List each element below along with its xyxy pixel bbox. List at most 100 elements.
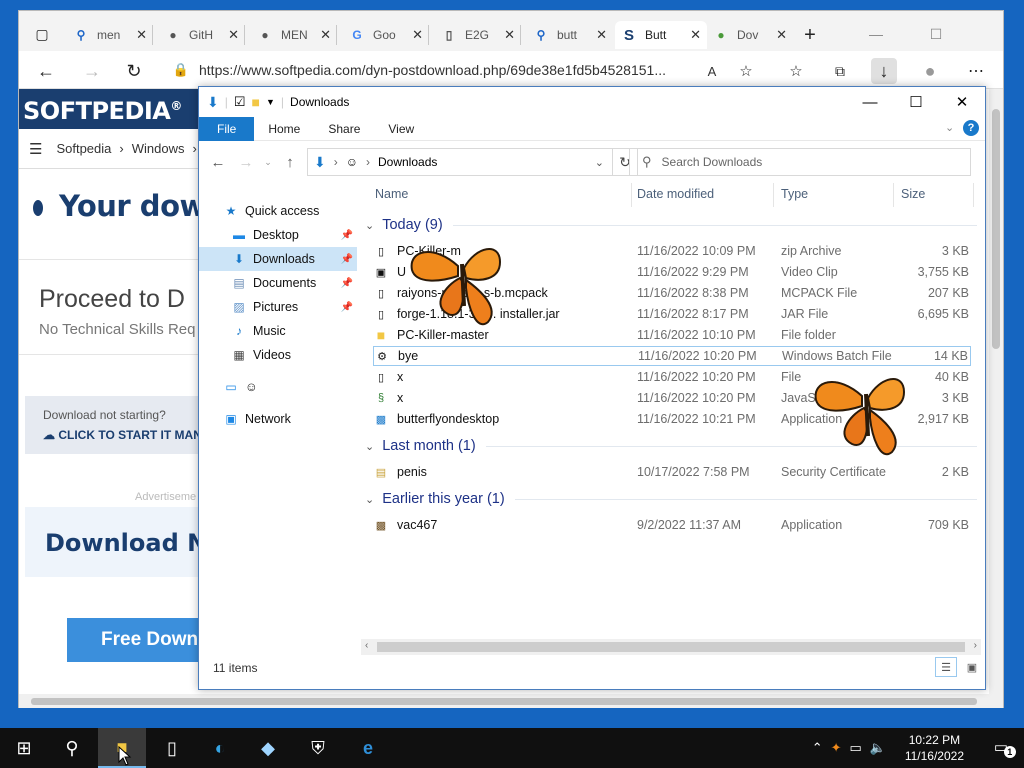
large-icons-view-icon[interactable]: ▣: [961, 657, 983, 677]
close-tab-icon[interactable]: ✕: [690, 27, 701, 43]
forward-icon[interactable]: →: [235, 151, 257, 173]
minimize-icon[interactable]: —: [847, 87, 893, 117]
close-tab-icon[interactable]: ✕: [136, 27, 147, 43]
volume-muted-icon[interactable]: 🔈: [870, 740, 886, 756]
nav-this-pc[interactable]: ▭ ☺: [199, 375, 357, 399]
close-tab-icon[interactable]: ✕: [596, 27, 607, 43]
minimize-icon[interactable]: —: [863, 21, 889, 47]
group-header-today[interactable]: ⌄ Today (9): [365, 215, 977, 235]
file-row[interactable]: ▩ vac467 9/2/2022 11:37 AM Application 709 K…: [373, 515, 971, 535]
tab-0[interactable]: ⚲ men ✕: [67, 21, 153, 49]
expand-ribbon-icon[interactable]: ⌄: [945, 121, 954, 134]
nav-documents[interactable]: ▤ Documents 📌: [199, 271, 357, 295]
search-input[interactable]: ⚲ Search Downloads: [629, 148, 971, 176]
download-now-banner[interactable]: Download N: [25, 507, 199, 577]
read-aloud-icon[interactable]: A: [699, 58, 725, 84]
tab-7[interactable]: ● Dov ✕: [707, 21, 793, 49]
nav-quick-access[interactable]: ★ Quick access: [199, 199, 357, 223]
ribbon-tab-share[interactable]: Share: [314, 117, 374, 141]
close-tab-icon[interactable]: ✕: [412, 27, 423, 43]
security-taskbar-icon[interactable]: ⛨: [294, 728, 342, 768]
tab-4[interactable]: ▯ E2G ✕: [435, 21, 521, 49]
details-view-icon[interactable]: ☰: [935, 657, 957, 677]
tab-1[interactable]: ● GitH ✕: [159, 21, 245, 49]
file-row-selected[interactable]: ⚙ bye 11/16/2022 10:20 PM Windows Batch Fil…: [373, 346, 971, 366]
hamburger-icon[interactable]: ☰: [29, 140, 42, 158]
qat-dropdown-icon[interactable]: ▼: [266, 97, 275, 107]
nav-pictures[interactable]: ▨ Pictures 📌: [199, 295, 357, 319]
butterfly-tray-icon[interactable]: ✦: [831, 740, 842, 756]
close-tab-icon[interactable]: ✕: [776, 27, 787, 43]
group-header-earlier-this-year[interactable]: ⌄ Earlier this year (1): [365, 489, 977, 509]
tab-5[interactable]: ⚲ butt ✕: [527, 21, 613, 49]
column-size[interactable]: Size: [901, 187, 925, 201]
nav-music[interactable]: ♪ Music: [199, 319, 357, 343]
file-date: 11/16/2022 8:38 PM: [637, 286, 749, 300]
new-tab-button[interactable]: +: [797, 22, 823, 48]
softpedia-logo[interactable]: SOFTPEDIA®: [19, 89, 199, 129]
add-favorite-icon[interactable]: ☆: [733, 58, 759, 84]
properties-check-icon[interactable]: ☑: [234, 94, 246, 110]
recent-dropdown-icon[interactable]: ⌄: [257, 151, 279, 173]
scroll-right-icon[interactable]: ›: [974, 640, 977, 651]
downloads-icon[interactable]: ↓: [871, 58, 897, 84]
breadcrumb-windows[interactable]: Windows: [132, 141, 185, 156]
ribbon-tab-view[interactable]: View: [374, 117, 428, 141]
column-date-modified[interactable]: Date modified: [637, 187, 714, 201]
click-to-start-link[interactable]: ☁ CLICK TO START IT MANUA: [43, 428, 199, 442]
nav-videos[interactable]: ▦ Videos: [199, 343, 357, 367]
ribbon-tab-file[interactable]: File: [199, 116, 255, 141]
refresh-icon[interactable]: ↻: [121, 58, 147, 84]
profile-avatar[interactable]: ●: [917, 58, 943, 84]
close-tab-icon[interactable]: ✕: [504, 27, 515, 43]
page-vertical-scrollbar[interactable]: [989, 89, 1003, 694]
nav-downloads[interactable]: ⬇ Downloads 📌: [199, 247, 357, 271]
help-icon[interactable]: ?: [963, 120, 979, 136]
favorites-icon[interactable]: ☆: [783, 58, 809, 84]
close-tab-icon[interactable]: ✕: [228, 27, 239, 43]
back-icon[interactable]: ←: [33, 58, 59, 84]
clock[interactable]: 10:22 PM 11/16/2022: [905, 732, 964, 764]
ribbon-tab-home[interactable]: Home: [254, 117, 314, 141]
path-bar[interactable]: ⬇ › ☺ › Downloads ⌄: [307, 148, 613, 176]
tab-2[interactable]: ● MEN ✕: [251, 21, 337, 49]
forward-icon[interactable]: →: [79, 58, 105, 84]
notification-center-icon[interactable]: ▭ 1: [994, 738, 1016, 758]
back-icon[interactable]: ←: [207, 151, 229, 173]
start-button[interactable]: ⊞: [0, 728, 48, 768]
new-folder-icon[interactable]: ■: [252, 94, 260, 110]
column-name[interactable]: Name: [375, 187, 408, 201]
up-icon[interactable]: ↑: [279, 151, 301, 173]
navigation-pane: ★ Quick access ▬ Desktop 📌 ⬇ Downloads 📌 ▤ Doc…: [199, 187, 359, 647]
edge-taskbar-icon[interactable]: ◐: [196, 728, 244, 768]
close-icon[interactable]: ✕: [939, 87, 985, 117]
chevron-up-icon[interactable]: ⌃: [812, 740, 823, 756]
scroll-left-icon[interactable]: ‹: [365, 640, 368, 651]
nav-desktop[interactable]: ▬ Desktop 📌: [199, 223, 357, 247]
nav-network[interactable]: ▣ Network: [199, 407, 357, 431]
file-list-horizontal-scrollbar[interactable]: ‹ ›: [361, 639, 981, 655]
network-icon[interactable]: ▭: [850, 740, 862, 756]
close-tab-icon[interactable]: ✕: [320, 27, 331, 43]
app-taskbar-icon[interactable]: ◆: [244, 728, 292, 768]
collections-icon[interactable]: ⧉: [827, 58, 853, 84]
free-download-button[interactable]: Free Down: [67, 618, 199, 662]
path-dropdown-icon[interactable]: ⌄: [595, 156, 604, 169]
tab-actions-icon[interactable]: ▢: [29, 21, 55, 47]
tab-6-active[interactable]: S Butt ✕: [615, 21, 707, 49]
maximize-icon[interactable]: ☐: [923, 21, 949, 47]
maximize-icon[interactable]: ☐: [893, 87, 939, 117]
pin-icon: 📌: [340, 253, 353, 265]
file-name: x: [397, 391, 404, 405]
file-row[interactable]: ▤ penis 10/17/2022 7:58 PM Security Certifi…: [373, 462, 971, 482]
page-horizontal-scrollbar[interactable]: [19, 694, 1003, 708]
more-menu-icon[interactable]: ⋯: [963, 58, 989, 84]
url-box[interactable]: 🔒 https://www.softpedia.com/dyn-postdown…: [169, 56, 701, 84]
tab-3[interactable]: G Goo ✕: [343, 21, 429, 49]
path-current[interactable]: Downloads: [378, 155, 437, 169]
breadcrumb-softpedia[interactable]: Softpedia: [56, 141, 111, 156]
column-type[interactable]: Type: [781, 187, 808, 201]
search-icon[interactable]: ⚲: [48, 728, 96, 768]
ie-taskbar-icon[interactable]: e: [344, 728, 392, 768]
document-taskbar-icon[interactable]: ▯: [148, 728, 196, 768]
